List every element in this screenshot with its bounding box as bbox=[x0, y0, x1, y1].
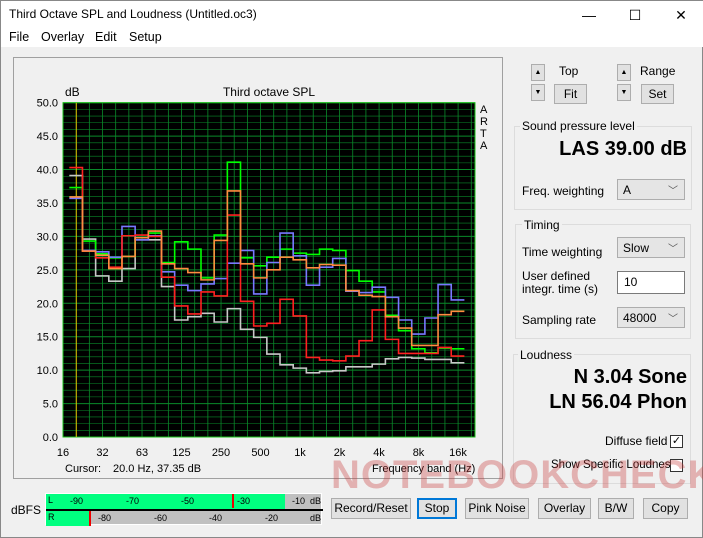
x-tick-label: 32 bbox=[96, 447, 108, 459]
y-tick-label: 5.0 bbox=[43, 399, 58, 411]
cursor-readout: 20.0 Hz, 37.35 dB bbox=[113, 463, 202, 475]
diffuse-field-label: Diffuse field bbox=[605, 434, 668, 448]
freq-weighting-label: Freq. weighting bbox=[522, 184, 605, 198]
y-tick-label: 25.0 bbox=[37, 265, 58, 277]
top-label: Top bbox=[559, 64, 579, 78]
meter-divider bbox=[46, 509, 323, 511]
stop-button[interactable]: Stop bbox=[417, 498, 457, 519]
sampling-rate-select[interactable]: 48000 ﹀ bbox=[617, 307, 685, 328]
x-tick-label: 16k bbox=[449, 447, 467, 459]
bw-button[interactable]: B/W bbox=[598, 498, 634, 519]
time-weighting-select[interactable]: Slow ﹀ bbox=[617, 237, 685, 258]
range-label: Range bbox=[640, 64, 676, 78]
record-reset-button[interactable]: Record/Reset bbox=[331, 498, 411, 519]
x-tick-label: 125 bbox=[172, 447, 190, 459]
y-tick-label: 10.0 bbox=[37, 365, 58, 377]
meter-tick: -20 bbox=[265, 513, 279, 523]
chevron-down-icon: ﹀ bbox=[668, 244, 678, 255]
integr-time-label-1: User defined bbox=[522, 269, 591, 283]
y-tick-label: 50.0 bbox=[37, 98, 58, 110]
time-weighting-label: Time weighting bbox=[522, 245, 603, 259]
time-weighting-value: Slow bbox=[623, 241, 650, 255]
chevron-down-icon: ﹀ bbox=[668, 314, 678, 325]
x-tick-label: 63 bbox=[136, 447, 148, 459]
spl-value: LAS 39.00 dB bbox=[559, 138, 687, 160]
minimize-button[interactable]: — bbox=[566, 1, 612, 29]
meter-tick: -10 bbox=[292, 496, 306, 506]
freq-weighting-value: A bbox=[623, 183, 632, 197]
y-axis-label: dB bbox=[65, 85, 80, 99]
sampling-rate-value: 48000 bbox=[623, 311, 657, 325]
y-tick-label: 40.0 bbox=[37, 165, 58, 177]
x-tick-label: 250 bbox=[212, 447, 230, 459]
y-tick-label: 35.0 bbox=[37, 198, 58, 210]
set-button[interactable]: Set bbox=[641, 84, 674, 104]
x-tick-label: 2k bbox=[334, 447, 346, 459]
chart-title: Third octave SPL bbox=[223, 85, 315, 99]
meter-tick: -40 bbox=[209, 513, 223, 523]
loudness-phon: LN 56.04 Phon bbox=[549, 391, 687, 413]
range-down-button[interactable]: ▼ bbox=[617, 84, 631, 101]
specific-loudness-checkbox[interactable] bbox=[670, 459, 683, 472]
loudness-sone: N 3.04 Sone bbox=[573, 366, 687, 388]
top-up-button[interactable]: ▲ bbox=[531, 64, 545, 81]
meter-tick: dB bbox=[310, 513, 322, 523]
left-channel-label: L bbox=[48, 495, 54, 505]
left-peak-marker bbox=[232, 494, 234, 508]
meter-tick: -50 bbox=[181, 496, 195, 506]
meter-tick: dB bbox=[310, 496, 322, 506]
loudness-group-label: Loudness bbox=[518, 348, 575, 362]
arta-label: R bbox=[480, 116, 488, 128]
dbfs-label: dBFS bbox=[11, 503, 42, 517]
overlay-button[interactable]: Overlay bbox=[538, 498, 591, 519]
close-button[interactable]: ✕ bbox=[658, 1, 703, 29]
right-channel-label: R bbox=[48, 512, 55, 522]
copy-button[interactable]: Copy bbox=[643, 498, 688, 519]
x-tick-label: 1k bbox=[294, 447, 306, 459]
pink-noise-button[interactable]: Pink Noise bbox=[465, 498, 529, 519]
sampling-rate-label: Sampling rate bbox=[522, 313, 597, 327]
right-peak-marker bbox=[89, 511, 91, 526]
maximize-button[interactable]: ☐ bbox=[612, 1, 658, 29]
x-tick-label: 500 bbox=[251, 447, 269, 459]
timing-group-label: Timing bbox=[522, 218, 562, 232]
arta-label: A bbox=[480, 104, 488, 116]
y-tick-label: 0.0 bbox=[43, 432, 58, 444]
y-tick-label: 45.0 bbox=[37, 131, 58, 143]
x-tick-label: 4k bbox=[373, 447, 385, 459]
chevron-down-icon: ﹀ bbox=[668, 186, 678, 197]
arta-label: A bbox=[480, 140, 488, 152]
arta-label: T bbox=[480, 128, 487, 140]
top-down-button[interactable]: ▼ bbox=[531, 84, 545, 101]
freq-weighting-select[interactable]: A ﹀ bbox=[617, 179, 685, 200]
meter-tick: -60 bbox=[154, 513, 168, 523]
spl-group-label: Sound pressure level bbox=[520, 119, 637, 133]
integr-time-label-2: integr. time (s) bbox=[522, 282, 599, 296]
level-meter: L R -90 -70 -50 -30 -10 dB -80 -60 -40 -… bbox=[45, 493, 323, 526]
range-up-button[interactable]: ▲ bbox=[617, 64, 631, 81]
meter-tick: -30 bbox=[237, 496, 251, 506]
meter-tick: -70 bbox=[126, 496, 140, 506]
spl-chart[interactable]: 0.0 5.0 10.0 15.0 20.0 25.0 30.0 35.0 40.0 45.0 50… bbox=[1, 1, 511, 481]
y-tick-label: 20.0 bbox=[37, 298, 58, 310]
integr-time-input[interactable]: 10 bbox=[617, 271, 685, 294]
meter-tick: -90 bbox=[70, 496, 84, 506]
specific-loudness-label: Show Specific Loudness bbox=[551, 459, 677, 471]
meter-tick: -80 bbox=[98, 513, 112, 523]
x-axis-label: Frequency band (Hz) bbox=[372, 463, 476, 475]
diffuse-field-checkbox[interactable]: ✓ bbox=[670, 435, 683, 448]
y-tick-label: 30.0 bbox=[37, 231, 58, 243]
x-tick-label: 16 bbox=[57, 447, 69, 459]
cursor-label: Cursor: bbox=[65, 463, 102, 475]
y-tick-label: 15.0 bbox=[37, 332, 58, 344]
fit-button[interactable]: Fit bbox=[554, 84, 587, 104]
x-tick-label: 8k bbox=[413, 447, 425, 459]
